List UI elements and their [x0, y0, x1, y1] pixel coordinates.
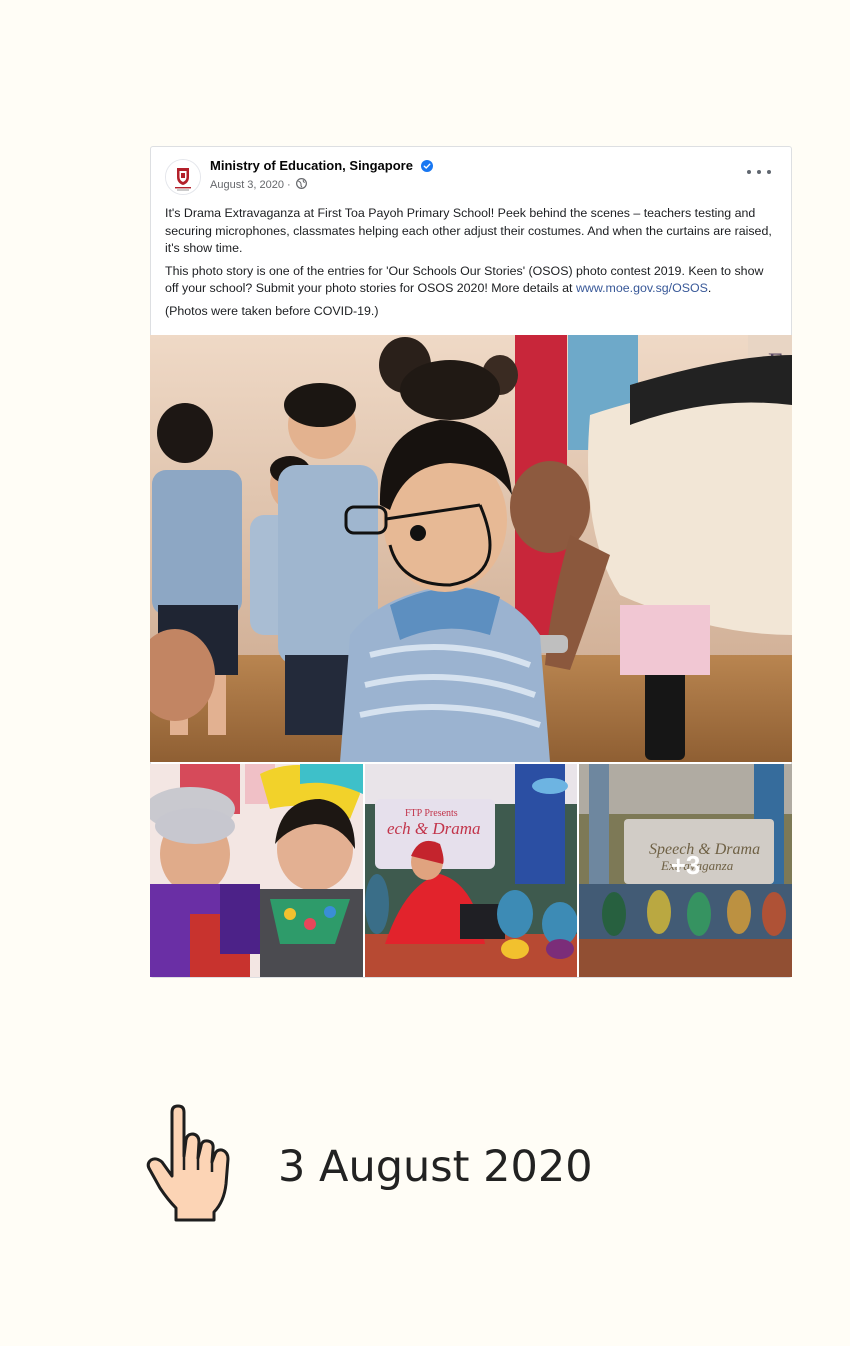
pointing-hand-icon	[146, 1104, 230, 1222]
photo-thumbnails: ech & Drama FTP Presents Speech & Drama …	[150, 764, 792, 977]
svg-text:ech & Drama: ech & Drama	[387, 819, 480, 838]
post-paragraph: This photo story is one of the entries f…	[165, 263, 777, 298]
globe-icon	[295, 178, 307, 192]
post-text: It's Drama Extravaganza at First Toa Pay…	[151, 199, 791, 335]
post-paragraph: It's Drama Extravaganza at First Toa Pay…	[165, 206, 772, 255]
link-suffix: .	[707, 281, 712, 295]
post-header: Ministry of Education, Singapore August …	[151, 147, 791, 199]
avatar[interactable]	[165, 159, 201, 195]
post-author-name[interactable]: Ministry of Education, Singapore	[210, 158, 413, 173]
thumbnail-more-photos[interactable]: Speech & Drama Extravaganza +3	[579, 764, 792, 977]
osos-link[interactable]: www.moe.gov.sg/OSOS	[576, 281, 708, 295]
more-options-button[interactable]	[747, 165, 771, 179]
post-date[interactable]: August 3, 2020 ·	[210, 179, 294, 191]
more-photos-count[interactable]: +3	[579, 764, 792, 977]
more-dot	[747, 170, 751, 174]
verified-badge-icon	[420, 160, 433, 175]
post-author[interactable]: Ministry of Education, Singapore	[210, 158, 433, 175]
moe-crest-icon	[166, 160, 200, 194]
main-photo[interactable]: E	[150, 335, 792, 762]
post-meta: August 3, 2020 ·	[210, 178, 307, 192]
photo-grid: E	[150, 335, 792, 977]
post-paragraph: (Photos were taken before COVID-19.)	[165, 303, 379, 318]
more-dot	[767, 170, 771, 174]
date-caption: 3 August 2020	[278, 1142, 593, 1192]
facebook-post: Ministry of Education, Singapore August …	[150, 146, 792, 978]
thumbnail-photo[interactable]	[150, 764, 363, 977]
thumbnail-photo[interactable]: ech & Drama FTP Presents	[364, 764, 578, 977]
svg-text:FTP Presents: FTP Presents	[405, 808, 458, 819]
more-dot	[757, 170, 761, 174]
